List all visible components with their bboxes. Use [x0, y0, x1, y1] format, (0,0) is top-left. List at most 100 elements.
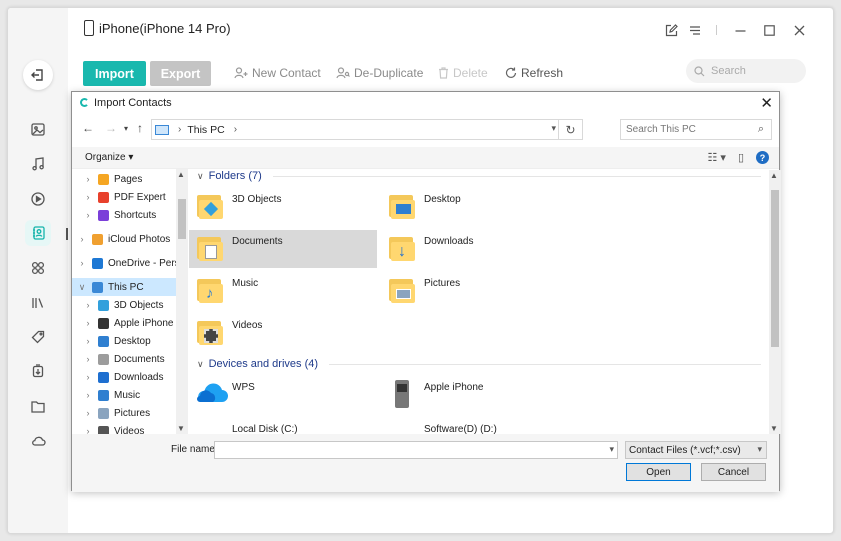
- expand-chevron-icon[interactable]: ›: [72, 258, 92, 268]
- minimize-icon[interactable]: [732, 22, 748, 38]
- nav-item[interactable]: › Pictures: [72, 404, 176, 422]
- close-icon[interactable]: [791, 22, 807, 38]
- device-local-disk[interactable]: Local Disk (C:): [189, 418, 377, 434]
- expanded-chevron-icon[interactable]: ∨: [72, 282, 92, 293]
- music-icon[interactable]: [25, 151, 51, 177]
- nav-item[interactable]: › iCloud Photos: [72, 230, 176, 248]
- videos-icon[interactable]: [25, 186, 51, 212]
- tags-icon[interactable]: [25, 324, 51, 350]
- refresh-button[interactable]: Refresh: [505, 66, 563, 80]
- expand-chevron-icon[interactable]: ›: [78, 408, 98, 418]
- folder-label: Documents: [232, 236, 283, 247]
- expand-chevron-icon[interactable]: ›: [78, 210, 98, 220]
- navigation-scrollbar[interactable]: ▲ ▼: [176, 169, 188, 434]
- apps-icon[interactable]: [25, 255, 51, 281]
- export-button[interactable]: Export: [150, 61, 211, 86]
- folders-group-header[interactable]: ∨ Folders (7): [197, 170, 761, 182]
- contacts-icon[interactable]: [25, 220, 51, 246]
- dialog-search-input[interactable]: Search This PC ⌕: [620, 119, 772, 140]
- files-icon[interactable]: [25, 393, 51, 419]
- scroll-down-icon[interactable]: ▼: [770, 424, 778, 433]
- device-apple-iphone[interactable]: Apple iPhone: [381, 376, 569, 414]
- organize-button[interactable]: Organize ▾: [85, 152, 133, 163]
- nav-item[interactable]: › PDF Expert: [72, 188, 176, 206]
- expand-chevron-icon[interactable]: ›: [78, 300, 98, 310]
- nav-item[interactable]: › Desktop: [72, 332, 176, 350]
- device-wps[interactable]: WPS: [189, 376, 377, 414]
- menu-icon[interactable]: [687, 22, 703, 38]
- back-button[interactable]: [23, 60, 53, 90]
- back-arrow-icon[interactable]: ←: [82, 121, 94, 135]
- devices-group-header[interactable]: ∨ Devices and drives (4): [197, 358, 761, 370]
- folder-label: Downloads: [424, 236, 474, 247]
- folder-desktop[interactable]: Desktop: [381, 188, 569, 226]
- expand-chevron-icon[interactable]: ›: [78, 318, 98, 328]
- file-name-input[interactable]: ▾: [214, 441, 618, 459]
- address-bar[interactable]: › This PC › ▾ ↻: [151, 119, 583, 140]
- cloud-icon[interactable]: [25, 427, 51, 453]
- nav-item[interactable]: › Apple iPhone: [72, 314, 176, 332]
- file-type-dropdown-icon[interactable]: ▾: [757, 444, 762, 455]
- maximize-icon[interactable]: [761, 22, 777, 38]
- expand-chevron-icon[interactable]: ›: [72, 234, 92, 244]
- nav-item[interactable]: ∨ This PC: [72, 278, 177, 296]
- expand-chevron-icon[interactable]: ›: [78, 372, 98, 382]
- expand-chevron-icon[interactable]: ›: [78, 390, 98, 400]
- new-contact-button[interactable]: New Contact: [234, 66, 321, 80]
- search-input[interactable]: Search: [686, 59, 806, 83]
- expand-chevron-icon[interactable]: ›: [78, 174, 98, 184]
- breadcrumb-chevron-icon[interactable]: ›: [178, 124, 181, 135]
- folder-documents[interactable]: Documents: [189, 230, 377, 268]
- deduplicate-button[interactable]: De-Duplicate: [336, 66, 423, 80]
- expand-chevron-icon[interactable]: ›: [78, 336, 98, 346]
- nav-item[interactable]: › Shortcuts: [72, 206, 176, 224]
- file-name-dropdown-icon[interactable]: ▾: [609, 444, 614, 455]
- device-software-disk[interactable]: Software(D) (D:): [381, 418, 569, 434]
- recent-locations-icon[interactable]: ▾: [124, 124, 128, 133]
- nav-item[interactable]: › Videos: [72, 422, 176, 434]
- folder-pictures[interactable]: Pictures: [381, 272, 569, 310]
- backup-icon[interactable]: [25, 358, 51, 384]
- up-arrow-icon[interactable]: ↑: [137, 121, 143, 135]
- folder-downloads[interactable]: ↓ Downloads: [381, 230, 569, 268]
- expand-chevron-icon[interactable]: ›: [78, 426, 98, 434]
- import-button[interactable]: Import: [83, 61, 146, 86]
- books-icon[interactable]: [25, 290, 51, 316]
- view-options-icon[interactable]: ☷ ▾: [707, 151, 725, 164]
- nav-item[interactable]: › Pages: [72, 170, 176, 188]
- open-button[interactable]: Open: [626, 463, 691, 481]
- address-refresh-icon[interactable]: ↻: [558, 120, 582, 139]
- expand-chevron-icon[interactable]: ›: [78, 354, 98, 364]
- photos-icon[interactable]: [25, 116, 51, 142]
- forward-arrow-icon[interactable]: →: [105, 121, 117, 135]
- file-type-value: Contact Files (*.vcf;*.csv): [629, 444, 741, 456]
- file-list-scroll-thumb[interactable]: [771, 190, 779, 347]
- scroll-up-icon[interactable]: ▲: [770, 171, 778, 180]
- dialog-close-icon[interactable]: ✕: [760, 94, 773, 112]
- nav-item[interactable]: › Downloads: [72, 368, 176, 386]
- expand-chevron-icon[interactable]: ›: [78, 192, 98, 202]
- nav-item[interactable]: › Documents: [72, 350, 176, 368]
- help-icon[interactable]: ?: [756, 151, 769, 164]
- nav-item[interactable]: › 3D Objects: [72, 296, 176, 314]
- address-text[interactable]: This PC: [187, 124, 224, 136]
- folder-music[interactable]: ♪ Music: [189, 272, 377, 310]
- preview-pane-icon[interactable]: ▯: [738, 151, 744, 164]
- address-dropdown-icon[interactable]: ▾: [551, 123, 556, 134]
- view-controls: ☷ ▾ ▯ ?: [707, 151, 769, 164]
- delete-button[interactable]: Delete: [438, 66, 488, 80]
- collapse-chevron-icon[interactable]: ∨: [197, 171, 204, 182]
- scroll-up-icon[interactable]: ▲: [177, 170, 185, 179]
- breadcrumb-chevron-icon[interactable]: ›: [234, 124, 237, 135]
- collapse-chevron-icon[interactable]: ∨: [197, 359, 204, 370]
- nav-item[interactable]: › Music: [72, 386, 176, 404]
- nav-item[interactable]: › OneDrive - Person: [72, 254, 188, 272]
- folder-videos[interactable]: Videos: [189, 314, 377, 352]
- folder-3d-objects[interactable]: 3D Objects: [189, 188, 377, 226]
- file-list-scrollbar[interactable]: ▲ ▼: [769, 170, 781, 434]
- scroll-down-icon[interactable]: ▼: [177, 424, 185, 433]
- navigation-scroll-thumb[interactable]: [178, 199, 186, 239]
- cancel-button[interactable]: Cancel: [701, 463, 766, 481]
- feedback-icon[interactable]: [663, 22, 679, 38]
- file-type-select[interactable]: Contact Files (*.vcf;*.csv) ▾: [625, 441, 767, 459]
